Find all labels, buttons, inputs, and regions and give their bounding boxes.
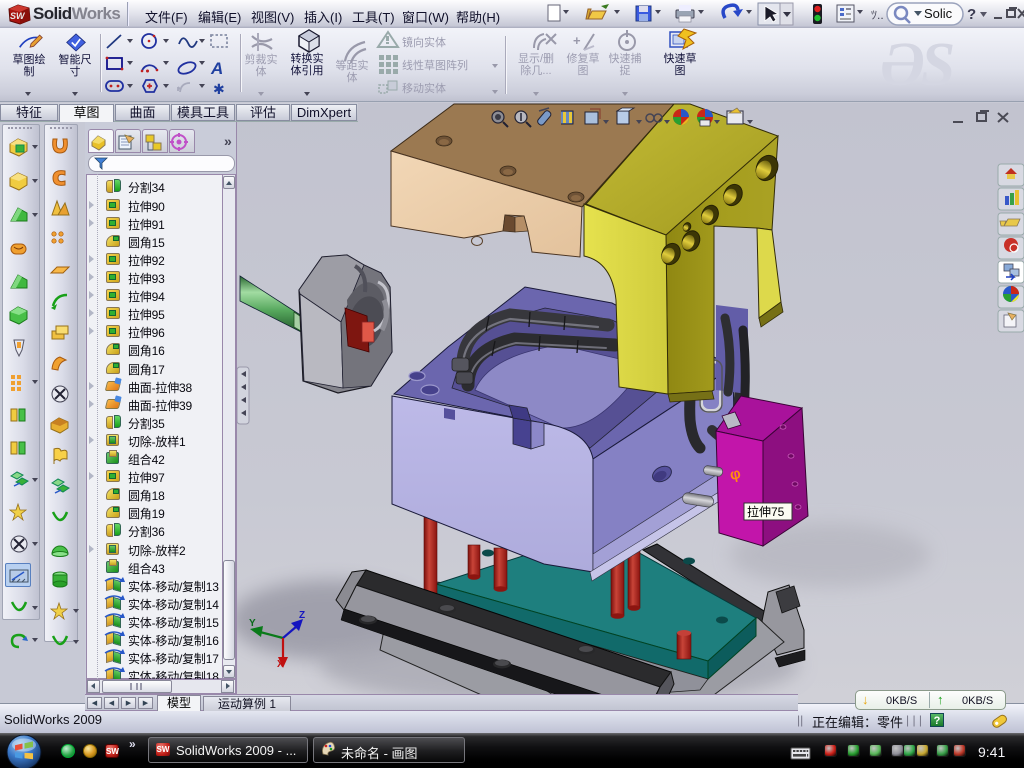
svg-text:拉伸75: 拉伸75 bbox=[747, 504, 785, 519]
svg-text:Y: Y bbox=[249, 618, 256, 629]
svg-text:Solic: Solic bbox=[924, 6, 953, 21]
svg-text:?: ? bbox=[967, 6, 976, 23]
svg-text:A: A bbox=[210, 59, 223, 78]
svg-text:SW: SW bbox=[10, 11, 26, 21]
svg-text:ﾂ..: ﾂ.. bbox=[871, 8, 884, 22]
svg-text:✱: ✱ bbox=[213, 81, 225, 97]
svg-text:X: X bbox=[277, 659, 284, 670]
svg-text:+: + bbox=[573, 33, 581, 48]
svg-text:Z: Z bbox=[299, 610, 305, 621]
